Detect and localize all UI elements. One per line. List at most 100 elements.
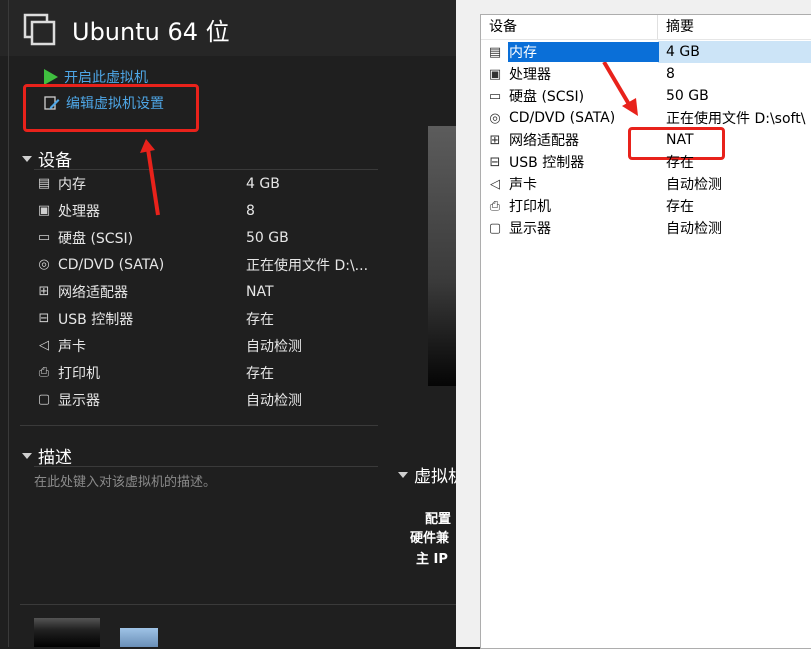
hardware-name: 显示器 [509, 221, 551, 237]
hardware-compat-label: 硬件兼 [410, 531, 450, 546]
hardware-row[interactable]: ◁ 声卡 自动检测 [481, 173, 811, 195]
hardware-name: 打印机 [509, 199, 551, 215]
panel-divider [8, 0, 9, 647]
hardware-row[interactable]: ▭ 硬盘 (SCSI) 50 GB [481, 85, 811, 107]
primary-ip-label: 主 IP [416, 552, 448, 567]
annotation-box-edit [23, 84, 199, 132]
column-header-device[interactable]: 设备 [481, 15, 658, 39]
hardware-row[interactable]: ⊞ 网络适配器 NAT [481, 129, 811, 151]
device-name: 硬盘 (SCSI) [58, 230, 134, 247]
device-value: 正在使用文件 D:\... [246, 257, 369, 274]
hardware-summary: 存在 [666, 199, 694, 215]
device-value: 自动检测 [246, 392, 302, 409]
hardware-row[interactable]: ⊟ USB 控制器 存在 [481, 151, 811, 173]
device-name: 网络适配器 [58, 284, 128, 301]
vm-window-icon [23, 13, 56, 46]
hardware-summary: 50 GB [666, 88, 709, 104]
description-section-header[interactable]: 描述 [22, 443, 72, 468]
hardware-list: 设备 摘要 ▤ 内存 4 GB ▣ 处理器 8 ▭ 硬盘 (SCSI) 50 GB ◎ CD/DVD… [480, 14, 811, 649]
section-divider [20, 604, 456, 605]
device-value: 自动检测 [246, 338, 302, 355]
description-section-label: 描述 [38, 448, 72, 468]
section-divider [34, 466, 378, 467]
hardware-name: USB 控制器 [509, 155, 585, 171]
hardware-row[interactable]: ▤ 内存 4 GB [481, 41, 811, 63]
device-row[interactable]: ⎙ 打印机 存在 [34, 359, 414, 386]
hardware-name: 处理器 [509, 67, 551, 83]
display-icon: ▢ [37, 392, 51, 407]
vm-title: Ubuntu 64 位 [72, 18, 230, 46]
section-divider [20, 425, 378, 426]
device-value: 存在 [246, 365, 274, 382]
device-row[interactable]: ⊟ USB 控制器 存在 [34, 305, 414, 332]
vm-summary-panel: Ubuntu 64 位 开启此虚拟机 编辑虚拟机设置 设备 ▤ 内存 4 GB ▣ 处理… [0, 0, 456, 647]
processor-icon: ▣ [488, 66, 502, 82]
description-placeholder[interactable]: 在此处键入对该虚拟机的描述。 [34, 471, 216, 490]
device-row[interactable]: ◎ CD/DVD (SATA) 正在使用文件 D:\... [34, 251, 414, 278]
processor-icon: ▣ [37, 203, 51, 218]
printer-icon: ⎙ [489, 198, 501, 214]
hardware-summary: NAT [666, 132, 694, 148]
network-adapter-icon: ⊞ [489, 132, 501, 148]
sound-card-icon: ◁ [490, 176, 500, 192]
hardware-name: 网络适配器 [509, 133, 579, 149]
hardware-name: 硬盘 (SCSI) [509, 89, 585, 105]
memory-icon: ▤ [488, 44, 502, 60]
hardware-list-header: 设备 摘要 [481, 15, 811, 40]
collapse-triangle-icon [22, 452, 32, 459]
vm-thumbnail[interactable] [120, 628, 158, 647]
hardware-summary: 4 GB [666, 44, 700, 60]
hard-disk-icon: ▭ [488, 88, 502, 104]
play-icon [44, 69, 58, 85]
devices-section-header[interactable]: 设备 [22, 146, 72, 171]
sound-card-icon: ◁ [39, 338, 49, 353]
usb-icon: ⊟ [489, 154, 501, 170]
vm-settings-dialog: 设备 摘要 ▤ 内存 4 GB ▣ 处理器 8 ▭ 硬盘 (SCSI) 50 GB ◎ CD/DVD… [456, 0, 811, 649]
hardware-row[interactable]: ◎ CD/DVD (SATA) 正在使用文件 D:\soft\ [481, 107, 811, 129]
device-row[interactable]: ▢ 显示器 自动检测 [34, 386, 414, 413]
hardware-row[interactable]: ▢ 显示器 自动检测 [481, 217, 811, 239]
hardware-name: 内存 [508, 42, 659, 62]
hardware-summary: 自动检测 [666, 177, 722, 193]
hardware-row[interactable]: ▣ 处理器 8 [481, 63, 811, 85]
device-row[interactable]: ◁ 声卡 自动检测 [34, 332, 414, 359]
device-value: NAT [246, 283, 274, 300]
hardware-summary: 8 [666, 66, 675, 82]
vm-screen-preview[interactable] [428, 126, 456, 386]
devices-section-label: 设备 [38, 151, 72, 171]
device-value: 存在 [246, 311, 274, 328]
device-name: 声卡 [58, 338, 86, 355]
vm-details-section-label: 虚拟机 [414, 467, 456, 487]
printer-icon: ⎙ [38, 365, 50, 380]
display-icon: ▢ [488, 220, 502, 236]
cd-dvd-icon: ◎ [38, 257, 50, 272]
hardware-summary: 自动检测 [666, 221, 722, 237]
network-adapter-icon: ⊞ [38, 284, 50, 299]
device-name: 显示器 [58, 392, 100, 409]
usb-icon: ⊟ [38, 311, 50, 326]
device-row[interactable]: ▤ 内存 4 GB [34, 170, 414, 197]
device-name: USB 控制器 [58, 311, 134, 328]
hardware-name: 声卡 [509, 177, 537, 193]
hardware-summary: 存在 [666, 155, 694, 171]
collapse-triangle-icon [22, 155, 32, 162]
device-row[interactable]: ▣ 处理器 8 [34, 197, 414, 224]
hard-disk-icon: ▭ [37, 230, 51, 245]
column-header-summary[interactable]: 摘要 [658, 15, 694, 39]
memory-icon: ▤ [37, 176, 51, 191]
config-label: 配置 [425, 512, 452, 527]
cd-dvd-icon: ◎ [489, 110, 501, 126]
collapse-triangle-icon [398, 471, 408, 478]
device-row[interactable]: ⊞ 网络适配器 NAT [34, 278, 414, 305]
device-value: 4 GB [246, 175, 280, 192]
device-name: CD/DVD (SATA) [58, 256, 165, 273]
device-name: 内存 [58, 176, 86, 193]
vm-details-section-header[interactable]: 虚拟机 [398, 462, 456, 487]
device-name: 处理器 [58, 203, 100, 220]
device-value: 8 [246, 202, 255, 219]
vm-thumbnail[interactable] [34, 618, 100, 647]
device-row[interactable]: ▭ 硬盘 (SCSI) 50 GB [34, 224, 414, 251]
device-name: 打印机 [58, 365, 100, 382]
hardware-row[interactable]: ⎙ 打印机 存在 [481, 195, 811, 217]
hardware-summary: 正在使用文件 D:\soft\ [666, 111, 806, 127]
